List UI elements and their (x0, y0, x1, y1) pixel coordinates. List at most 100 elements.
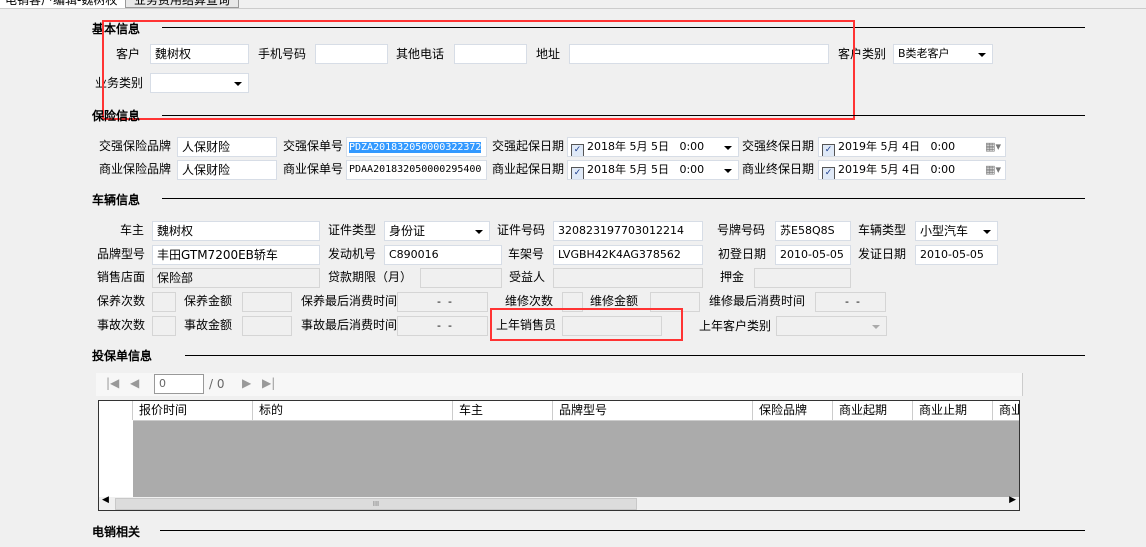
bi-end-value: 2019年 5月 4日 0:00 (838, 163, 956, 176)
ci-brand-input[interactable]: 人保财险 (177, 137, 277, 157)
column-header[interactable]: 品牌型号 (553, 401, 753, 420)
first-page-icon[interactable]: |◀ (106, 376, 119, 390)
id-no-input[interactable]: 320823197703012214 (553, 221, 703, 241)
chevron-down-icon (724, 169, 732, 173)
id-type-label: 证件类型 (328, 223, 377, 237)
page-total: / 0 (209, 377, 225, 391)
id-no-label: 证件号码 (497, 223, 546, 237)
last-page-icon[interactable]: ▶| (262, 376, 275, 390)
engine-label: 发动机号 (328, 247, 377, 261)
next-page-icon[interactable]: ▶ (242, 376, 251, 390)
owner-input[interactable]: 魏树权 (152, 221, 320, 241)
section-telesales-title: 电销相关 (92, 525, 141, 539)
divider (160, 530, 1085, 531)
bi-end-date-picker[interactable]: ✓ 2019年 5月 4日 0:00 ▦▾ (818, 160, 1006, 180)
checkbox-checked[interactable]: ✓ (571, 167, 584, 179)
ci-start-value: 2018年 5月 5日 0:00 (587, 140, 705, 153)
section-insurance-title: 保险信息 (92, 109, 141, 123)
chevron-down-icon (983, 230, 991, 234)
vehicle-type-select[interactable]: 小型汽车 (915, 221, 998, 241)
acc-last-input: - - (397, 316, 488, 336)
tab-customer-edit[interactable]: 电销客户编辑-魏树权 (0, 0, 127, 8)
column-header[interactable]: 车主 (453, 401, 553, 420)
ci-end-label: 交强终保日期 (742, 139, 815, 153)
checkbox-checked[interactable]: ✓ (822, 167, 835, 179)
chevron-down-icon (724, 146, 732, 150)
bi-policy-input[interactable]: PDAA201832050000295400 (346, 160, 487, 180)
ci-policy-label: 交强保单号 (283, 139, 344, 153)
maint-count-label: 保养次数 (97, 294, 146, 308)
vin-label: 车架号 (508, 247, 545, 261)
checkbox-checked[interactable]: ✓ (571, 144, 584, 156)
ci-end-value: 2019年 5月 4日 0:00 (838, 140, 956, 153)
model-input[interactable]: 丰田GTM7200EB轿车 (152, 245, 320, 265)
owner-label: 车主 (120, 223, 145, 237)
quotes-grid: 报价时间 标的 车主 品牌型号 保险品牌 商业起期 商业止期 商业 ◀ III … (98, 400, 1020, 511)
ci-policy-input[interactable]: PDZA201832050000322372 (346, 137, 487, 157)
bi-brand-label: 商业保险品牌 (99, 162, 172, 176)
last-category-label: 上年客户类别 (699, 319, 772, 333)
column-header[interactable]: 商业止期 (913, 401, 993, 420)
tab-fee-settlement[interactable]: 业务费用结算查询 (125, 0, 240, 8)
beneficiary-label: 受益人 (509, 270, 546, 284)
horizontal-scrollbar[interactable]: ◀ III ▶ (99, 495, 1019, 510)
tab-divider (0, 8, 1146, 9)
bi-start-label: 商业起保日期 (492, 162, 565, 176)
bi-brand-input[interactable]: 人保财险 (177, 160, 277, 180)
prev-page-icon[interactable]: ◀ (130, 376, 139, 390)
row-header-column (99, 420, 133, 497)
chevron-down-icon (872, 325, 880, 329)
column-header[interactable]: 报价时间 (133, 401, 253, 420)
bi-start-date-picker[interactable]: ✓ 2018年 5月 5日 0:00 (567, 160, 739, 180)
ci-brand-label: 交强保险品牌 (99, 139, 172, 153)
store-label: 销售店面 (97, 270, 146, 284)
grid-header: 报价时间 标的 车主 品牌型号 保险品牌 商业起期 商业止期 商业 (99, 401, 1019, 421)
column-header[interactable]: 保险品牌 (753, 401, 833, 420)
id-type-value: 身份证 (389, 224, 426, 238)
divider (162, 198, 1085, 199)
bi-end-label: 商业终保日期 (742, 162, 815, 176)
loan-input (420, 268, 502, 288)
reg-date-label: 初登日期 (718, 247, 767, 261)
scroll-left-icon[interactable]: ◀ (102, 495, 109, 505)
annotation-box (102, 20, 855, 120)
reg-date-input[interactable]: 2010-05-05 (775, 245, 851, 265)
issue-date-label: 发证日期 (858, 247, 907, 261)
scroll-grip: III (372, 500, 380, 508)
column-header[interactable]: 标的 (253, 401, 453, 420)
repair-last-label: 维修最后消费时间 (709, 294, 806, 308)
chevron-down-icon (475, 230, 483, 234)
customer-category-select[interactable]: B类老客户 (893, 44, 993, 64)
row-header-corner (99, 401, 133, 420)
last-category-select (776, 316, 887, 336)
ci-end-date-picker[interactable]: ✓ 2019年 5月 4日 0:00 ▦▾ (818, 137, 1006, 157)
column-header[interactable]: 商业 (993, 401, 1019, 420)
scrollbar-thumb[interactable]: III (115, 498, 637, 510)
plate-label: 号牌号码 (717, 223, 766, 237)
issue-date-input[interactable]: 2010-05-05 (915, 245, 998, 265)
column-header[interactable]: 商业起期 (833, 401, 913, 420)
maint-amount-input (242, 292, 292, 312)
section-vehicle-title: 车辆信息 (92, 193, 141, 207)
store-input: 保险部 (152, 268, 320, 288)
engine-input[interactable]: C890016 (384, 245, 502, 265)
acc-count-input (152, 316, 176, 336)
deposit-input (754, 268, 851, 288)
pager-toolbar: |◀ ◀ 0 / 0 ▶ ▶| (96, 373, 1023, 396)
calendar-icon[interactable]: ▦▾ (985, 161, 1001, 179)
plate-input[interactable]: 苏E58Q8S (775, 221, 851, 241)
repair-last-input: - - (815, 292, 886, 312)
ci-start-date-picker[interactable]: ✓ 2018年 5月 5日 0:00 (567, 137, 739, 157)
divider (185, 355, 1085, 356)
annotation-box (490, 308, 683, 341)
bi-policy-label: 商业保单号 (283, 162, 344, 176)
acc-count-label: 事故次数 (97, 318, 146, 332)
acc-amount-input (242, 316, 292, 336)
ci-start-label: 交强起保日期 (492, 139, 565, 153)
vin-input[interactable]: LVGBH42K4AG378562 (553, 245, 703, 265)
id-type-select[interactable]: 身份证 (384, 221, 490, 241)
checkbox-checked[interactable]: ✓ (822, 144, 835, 156)
scroll-right-icon[interactable]: ▶ (1009, 495, 1016, 505)
page-input[interactable]: 0 (154, 374, 204, 394)
calendar-icon[interactable]: ▦▾ (985, 138, 1001, 156)
